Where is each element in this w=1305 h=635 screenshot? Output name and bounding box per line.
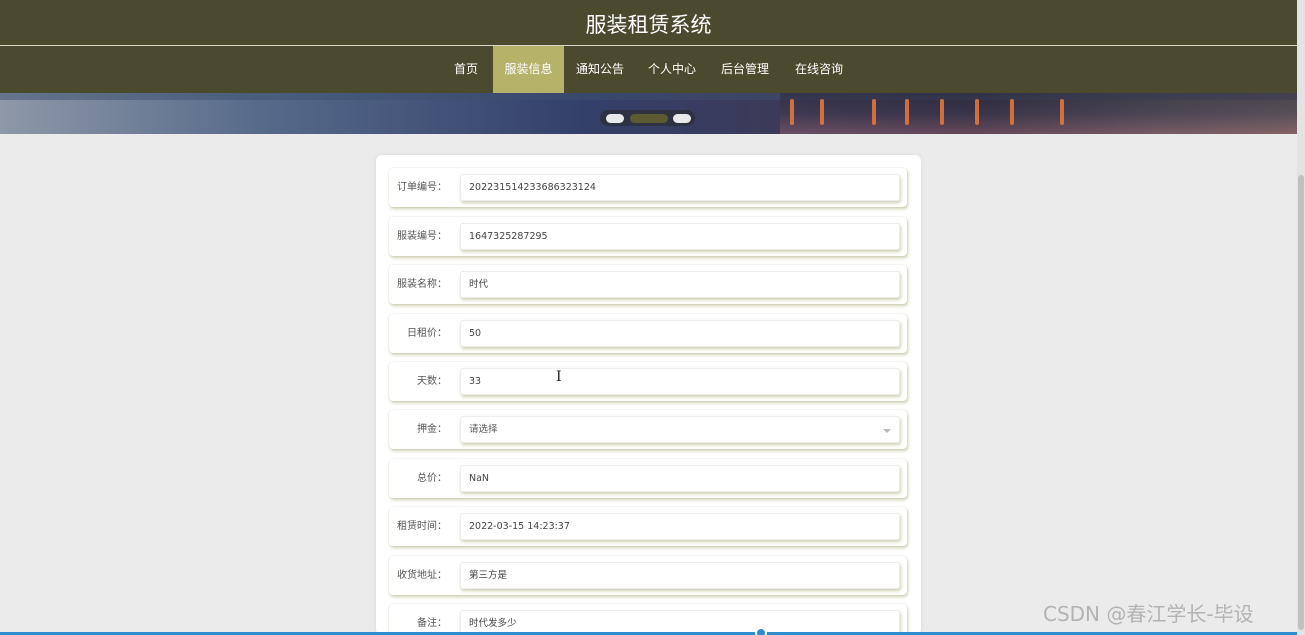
banner-light <box>1060 99 1064 125</box>
banner-light <box>940 99 944 125</box>
form-row-daily-price: 日租价： 50 <box>389 314 907 353</box>
progress-handle[interactable] <box>755 627 767 635</box>
clothing-name-field[interactable]: 时代 <box>460 271 900 298</box>
form-row-days: 天数： 33 <box>389 362 907 401</box>
address-field[interactable]: 第三方是 <box>460 562 900 589</box>
banner-light <box>1010 99 1014 125</box>
banner-light <box>872 99 876 125</box>
order-number-field[interactable]: 202231514233686323124 <box>460 174 900 201</box>
banner-light <box>790 99 794 125</box>
days-field[interactable]: 33 <box>460 368 900 395</box>
field-label: 收货地址： <box>397 570 447 581</box>
clothing-number-field[interactable]: 1647325287295 <box>460 223 900 250</box>
form-row-order-number: 订单编号： 202231514233686323124 <box>389 168 907 207</box>
nav-item-home[interactable]: 首页 <box>446 46 486 93</box>
form-row-total-price: 总价： NaN <box>389 459 907 498</box>
watermark: CSDN @春江学长-毕设 <box>1043 602 1254 626</box>
nav-item-consult[interactable]: 在线咨询 <box>790 46 848 93</box>
form-row-clothing-name: 服装名称： 时代 <box>389 265 907 304</box>
field-label: 服装编号： <box>397 231 447 242</box>
banner-shore <box>780 93 1297 134</box>
text-cursor-icon: I <box>556 369 562 385</box>
site-header: 服装租赁系统 <box>0 0 1297 45</box>
field-label: 备注： <box>417 618 447 629</box>
nav-item-personal-center[interactable]: 个人中心 <box>643 46 701 93</box>
chevron-down-icon <box>883 429 891 433</box>
field-label: 日租价： <box>407 328 447 339</box>
field-label: 押金： <box>417 424 447 435</box>
deposit-select[interactable]: 请选择 <box>460 416 900 443</box>
deposit-select-value: 请选择 <box>469 424 498 435</box>
carousel-dot[interactable] <box>606 114 624 123</box>
site-title: 服装租赁系统 <box>585 13 712 37</box>
main-nav: 首页 服装信息 通知公告 个人中心 后台管理 在线咨询 <box>0 46 1297 93</box>
field-label: 服装名称： <box>397 279 447 290</box>
field-label: 订单编号： <box>397 182 447 193</box>
form-row-address: 收货地址： 第三方是 <box>389 556 907 595</box>
form-row-remarks: 备注： 时代发多少 <box>389 604 907 635</box>
field-label: 租赁时间： <box>397 521 447 532</box>
scrollbar-thumb[interactable] <box>1298 175 1304 630</box>
form-row-clothing-number: 服装编号： 1647325287295 <box>389 217 907 256</box>
banner-light <box>820 99 824 125</box>
total-price-field[interactable]: NaN <box>460 465 900 492</box>
nav-item-notices[interactable]: 通知公告 <box>571 46 629 93</box>
carousel-dot[interactable] <box>673 114 691 123</box>
carousel-indicators <box>600 110 695 126</box>
form-row-rental-time: 租赁时间： 2022-03-15 14:23:37 <box>389 507 907 546</box>
nav-item-admin[interactable]: 后台管理 <box>716 46 774 93</box>
banner-light <box>975 99 979 125</box>
daily-price-field[interactable]: 50 <box>460 320 900 347</box>
field-label: 天数： <box>417 376 447 387</box>
form-row-deposit: 押金： 请选择 <box>389 410 907 449</box>
nav-item-clothing-info[interactable]: 服装信息 <box>493 46 564 93</box>
rental-time-field[interactable]: 2022-03-15 14:23:37 <box>460 513 900 540</box>
banner-light <box>905 99 909 125</box>
carousel-dot-active[interactable] <box>630 114 668 123</box>
field-label: 总价： <box>417 473 447 484</box>
